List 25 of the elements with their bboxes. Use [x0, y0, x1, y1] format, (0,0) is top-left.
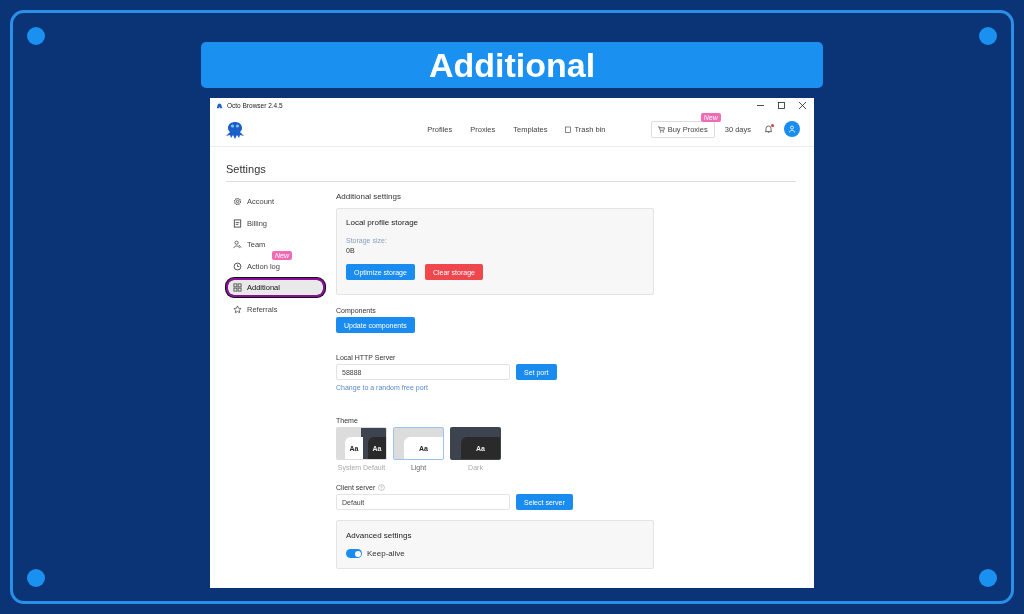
cart-icon — [657, 125, 665, 133]
app-icon — [216, 101, 223, 109]
people-icon — [233, 240, 242, 249]
corner-dot — [27, 569, 45, 587]
corner-dot — [27, 27, 45, 45]
user-icon — [788, 125, 796, 133]
gear-icon — [233, 197, 242, 206]
toggle-label: Keep-alive — [367, 549, 405, 558]
maximize-icon[interactable] — [778, 101, 785, 109]
receipt-icon — [233, 218, 242, 228]
bell-icon[interactable] — [765, 125, 772, 133]
page-title: Settings — [226, 163, 796, 182]
corner-dot — [979, 27, 997, 45]
trash-icon — [565, 125, 572, 133]
star-icon — [233, 304, 242, 314]
card-title: Local profile storage — [346, 218, 420, 227]
clock-icon — [233, 261, 242, 271]
avatar[interactable] — [784, 121, 800, 137]
slide-banner: Additional — [201, 42, 823, 88]
corner-dot — [979, 569, 997, 587]
grid-icon — [233, 283, 242, 292]
close-icon[interactable] — [799, 101, 806, 109]
card-title: Advanced settings — [346, 531, 413, 540]
toggle-switch[interactable] — [346, 549, 362, 558]
section-heading: Additional settings — [336, 192, 402, 201]
